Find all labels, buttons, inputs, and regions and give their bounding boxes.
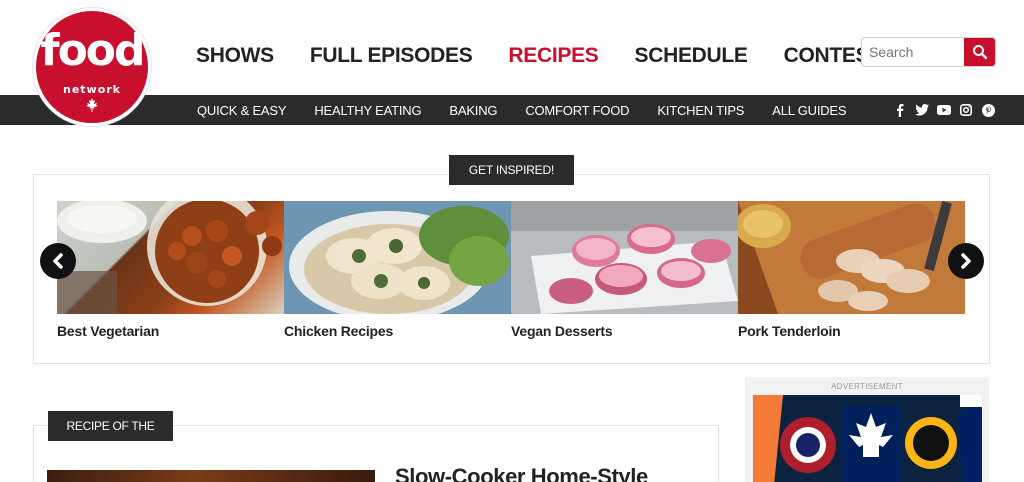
tile-image[interactable] [57,201,284,314]
tile-image[interactable] [284,201,511,314]
youtube-icon[interactable] [937,103,951,117]
chevron-left-icon [53,253,63,269]
search-icon [973,45,988,60]
nav-recipes[interactable]: RECIPES [508,44,598,68]
get-inspired-label: GET INSPIRED! [449,155,574,185]
subnav-healthy-eating[interactable]: HEALTHY EATING [314,103,421,118]
logo-sub: network [62,83,121,96]
tile-best-vegetarian[interactable]: Best Vegetarian [57,201,284,339]
logo-word: food [40,25,145,76]
carousel-tiles: Best Vegetarian Chicken Recipes Vegan De… [57,201,965,339]
tile-caption[interactable]: Pork Tenderloin [738,323,965,339]
tile-caption[interactable]: Vegan Desserts [511,323,738,339]
subnav-comfort-food[interactable]: COMFORT FOOD [525,103,629,118]
main-nav: SHOWS FULL EPISODES RECIPES SCHEDULE CON… [196,44,932,68]
instagram-icon[interactable] [959,103,973,117]
nav-schedule[interactable]: SCHEDULE [635,44,748,68]
recipe-image[interactable] [47,470,375,482]
twitter-icon[interactable] [915,103,929,117]
carousel-prev-button[interactable] [40,243,76,279]
sub-nav-bar: QUICK & EASY HEALTHY EATING BAKING COMFO… [0,95,1024,125]
search-button[interactable] [964,38,995,66]
subnav-baking[interactable]: BAKING [449,103,497,118]
food-network-logo[interactable]: food network [33,8,151,126]
ad-banner[interactable] [753,395,982,482]
ad-label: ADVERTISEMENT [831,382,903,391]
subnav-quick-easy[interactable]: QUICK & EASY [197,103,287,118]
ad-panel: ADVERTISEMENT [745,377,989,482]
recipe-title[interactable]: Slow-Cooker Home-Style [395,464,648,482]
tile-vegan-desserts[interactable]: Vegan Desserts [511,201,738,339]
subnav-all-guides[interactable]: ALL GUIDES [772,103,846,118]
tile-image[interactable] [738,201,965,314]
adchoices-icon[interactable] [960,395,982,407]
sub-nav: QUICK & EASY HEALTHY EATING BAKING COMFO… [197,95,874,125]
facebook-icon[interactable] [893,103,907,117]
carousel-next-button[interactable] [948,243,984,279]
maple-leaf-icon [86,98,98,112]
tile-chicken-recipes[interactable]: Chicken Recipes [284,201,511,339]
search-box [861,37,996,67]
pinterest-icon[interactable] [981,103,995,117]
subnav-kitchen-tips[interactable]: KITCHEN TIPS [657,103,744,118]
nav-full-episodes[interactable]: FULL EPISODES [310,44,473,68]
tile-caption[interactable]: Chicken Recipes [284,323,511,339]
tile-image[interactable] [511,201,738,314]
search-input[interactable] [862,38,966,66]
chevron-right-icon [961,253,971,269]
nav-shows[interactable]: SHOWS [196,44,274,68]
recipe-of-the-week-label: RECIPE OF THE WEEK [48,411,173,463]
social-links [893,95,995,125]
tile-pork-tenderloin[interactable]: Pork Tenderloin [738,201,965,339]
tile-caption[interactable]: Best Vegetarian [57,323,284,339]
